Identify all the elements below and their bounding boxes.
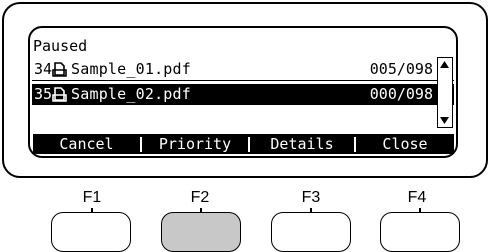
document-icon (52, 87, 67, 102)
job-number: 34 (34, 60, 53, 78)
job-row-selected[interactable]: 35 Sample_02.pdf 000/098 (32, 84, 454, 105)
job-name: Sample_01.pdf (71, 60, 191, 78)
f2-button[interactable] (161, 212, 241, 252)
document-icon (52, 62, 67, 77)
scrollbar[interactable] (437, 57, 453, 128)
status-text: Paused (33, 37, 88, 55)
row-divider (32, 80, 454, 81)
f4-caption: F4 (407, 189, 427, 206)
f3-button[interactable] (271, 212, 351, 252)
f2-caption: F2 (190, 189, 210, 206)
job-page-count: 000/098 (369, 85, 433, 103)
f4-button[interactable] (380, 212, 460, 252)
f1-button[interactable] (51, 212, 131, 252)
f1-caption: F1 (82, 189, 102, 206)
job-row[interactable]: 34 Sample_01.pdf 005/098 (32, 59, 454, 80)
priority-label: Priority (158, 135, 232, 153)
job-name: Sample_02.pdf (71, 85, 191, 103)
f3-caption: F3 (301, 189, 321, 206)
scroll-down-arrow-icon[interactable] (439, 116, 450, 125)
job-number: 35 (34, 85, 53, 103)
cancel-label: Cancel (59, 135, 114, 153)
details-label: Details (270, 135, 334, 153)
close-label: Close (382, 135, 428, 153)
job-page-count: 005/098 (369, 60, 433, 78)
function-key-bar: Cancel Priority Details Close (33, 134, 454, 154)
scroll-up-arrow-icon[interactable] (439, 60, 450, 69)
